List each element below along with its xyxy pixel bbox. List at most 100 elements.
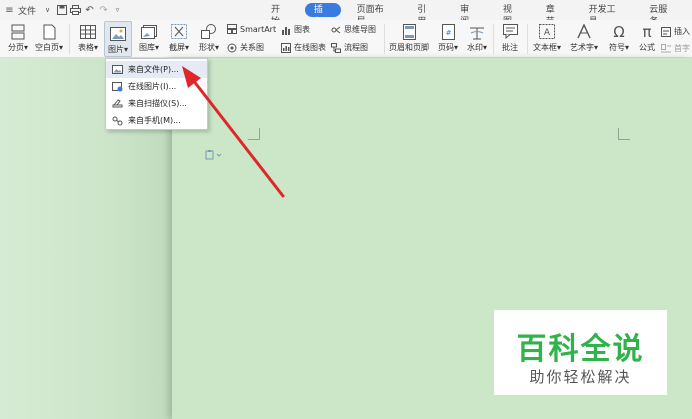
comment-button[interactable]: 批注: [497, 20, 523, 53]
tab-developer[interactable]: 开发工具: [580, 3, 634, 27]
online-chart-button[interactable]: 在线图表: [281, 42, 326, 53]
page-break-icon: [9, 23, 27, 40]
tab-page-layout[interactable]: 页面布局: [348, 3, 402, 27]
insert-number-button[interactable]: 插入: [661, 26, 690, 37]
watermark-title: 百科全说: [516, 332, 645, 367]
word-art-label: 艺术字: [569, 43, 594, 52]
page-number-icon: #: [439, 23, 457, 40]
mind-map-label: 思维导图: [344, 25, 376, 34]
menu-item-from-file[interactable]: 来自文件(P)...: [106, 61, 207, 78]
screenshot-label: 截屏: [168, 43, 185, 52]
scanner-icon: [111, 98, 123, 109]
menu-item-from-scanner[interactable]: 来自扫描仪(S)...: [106, 95, 207, 112]
tab-references[interactable]: 引用: [408, 3, 444, 27]
word-art-icon: [575, 23, 593, 40]
mind-map-icon: [331, 25, 341, 35]
formula-button[interactable]: π 公式: [634, 20, 660, 53]
menu-item-label: 在线图片(I)...: [128, 82, 177, 91]
picture-icon: [109, 25, 127, 42]
gallery-button[interactable]: 图库▾: [135, 20, 163, 53]
hamburger-menu-icon[interactable]: ≡: [4, 4, 15, 16]
smartart-label: SmartArt: [240, 24, 277, 34]
scissors-icon: [170, 23, 188, 40]
page-margin-corner-top-right: [618, 128, 630, 140]
menu-item-from-phone[interactable]: 来自手机(M)...: [106, 112, 207, 129]
word-art-button[interactable]: 艺术字▾: [567, 20, 601, 53]
textbox-label: 文本框: [532, 43, 557, 52]
chart-label: 图表: [294, 25, 310, 34]
shapes-button[interactable]: 形状▾: [195, 20, 223, 53]
customize-toolbar-icon[interactable]: ▿: [112, 4, 123, 16]
ribbon-tabs: 开始 插入 页面布局 引用 审阅 视图 章节 开发工具 云服务: [262, 3, 692, 27]
tab-view[interactable]: 视图: [494, 3, 530, 27]
tab-review[interactable]: 审阅: [451, 3, 487, 27]
insert-number-label: 插入: [674, 27, 690, 36]
watermark-button[interactable]: 水印▾: [463, 20, 491, 53]
gallery-label: 图库: [138, 43, 155, 52]
drop-cap-button[interactable]: 首字: [661, 43, 690, 54]
quick-access-toolbar: ≡ 文件 ∨ ↶ ↷ ▿: [0, 4, 126, 17]
tab-chapter[interactable]: 章节: [537, 3, 573, 27]
table-label: 表格: [77, 43, 94, 52]
relationship-icon: [227, 43, 237, 53]
page-break-button[interactable]: 分页▾: [3, 20, 33, 53]
watermark-label: 水印: [466, 43, 483, 52]
pi-icon: π: [642, 22, 652, 41]
print-icon[interactable]: [70, 4, 82, 16]
file-menu[interactable]: 文件: [18, 4, 36, 17]
header-footer-button[interactable]: 页眉和页脚: [388, 20, 430, 53]
shapes-label: 形状: [198, 43, 215, 52]
formula-label: 公式: [639, 43, 655, 52]
symbol-label: 符号: [608, 43, 625, 52]
flowchart-label: 流程图: [344, 43, 368, 52]
online-picture-icon: [111, 81, 123, 92]
menu-item-online-picture[interactable]: 在线图片(I)...: [106, 78, 207, 95]
save-icon[interactable]: [56, 4, 67, 16]
undo-icon[interactable]: ↶: [84, 4, 95, 16]
page-number-label: 页码: [437, 43, 454, 52]
blank-page-label: 空白页: [34, 43, 59, 52]
header-footer-icon: [400, 23, 418, 40]
insert-ribbon: 分页▾ 空白页▾ 表格▾ 图片▾ 图库▾ 截屏▾ 形状▾ SmartArt 关系…: [0, 20, 692, 58]
chevron-down-icon[interactable]: ∨: [42, 4, 53, 16]
comment-label: 批注: [502, 43, 518, 52]
tab-cloud[interactable]: 云服务: [640, 3, 685, 27]
title-bar: ≡ 文件 ∨ ↶ ↷ ▿ 开始 插入 页面布局 引用 审阅 视图 章节 开发工具…: [0, 0, 692, 27]
phone-link-icon: [111, 116, 123, 126]
ribbon-separator: [384, 24, 385, 54]
tab-start[interactable]: 开始: [262, 3, 298, 27]
svg-text:#: #: [445, 29, 451, 37]
menu-item-label: 来自文件(P)...: [128, 65, 179, 74]
mind-map-button[interactable]: 思维导图: [331, 24, 376, 35]
watermark-logo: 百科全说 助你轻松解决: [494, 310, 667, 395]
textbox-button[interactable]: A 文本框▾: [530, 20, 564, 53]
watermark-icon: [468, 23, 486, 40]
blank-page-button[interactable]: 空白页▾: [33, 20, 65, 53]
screenshot-button[interactable]: 截屏▾: [165, 20, 193, 53]
redo-icon[interactable]: ↷: [98, 4, 109, 16]
table-icon: [79, 23, 97, 40]
picture-dropdown-menu: 来自文件(P)... 在线图片(I)... 来自扫描仪(S)... 来自手机(M…: [105, 58, 208, 130]
header-footer-label: 页眉和页脚: [389, 43, 429, 52]
picture-button[interactable]: 图片▾: [104, 21, 132, 57]
smartart-icon: [227, 24, 237, 34]
svg-text:A: A: [544, 28, 551, 38]
flowchart-button[interactable]: 流程图: [331, 42, 368, 53]
chart-button[interactable]: 图表: [281, 24, 310, 35]
watermark-subtitle: 助你轻松解决: [529, 368, 632, 386]
page-margin-corner-top-left: [248, 128, 260, 140]
page-break-label: 分页: [7, 43, 24, 52]
page-number-button[interactable]: # 页码▾: [434, 20, 462, 53]
menu-item-label: 来自手机(M)...: [128, 116, 181, 125]
drop-cap-icon: [661, 43, 671, 54]
tab-insert[interactable]: 插入: [304, 3, 341, 27]
paste-options-icon[interactable]: [205, 150, 223, 160]
relationship-chart-button[interactable]: 关系图: [227, 42, 264, 53]
shapes-icon: [200, 23, 218, 40]
blank-page-icon: [40, 23, 58, 40]
table-button[interactable]: 表格▾: [74, 20, 102, 53]
smartart-button[interactable]: SmartArt: [227, 24, 276, 34]
online-chart-label: 在线图表: [294, 43, 326, 52]
symbol-button[interactable]: Ω 符号▾: [606, 20, 632, 53]
bar-chart-icon: [281, 25, 291, 35]
